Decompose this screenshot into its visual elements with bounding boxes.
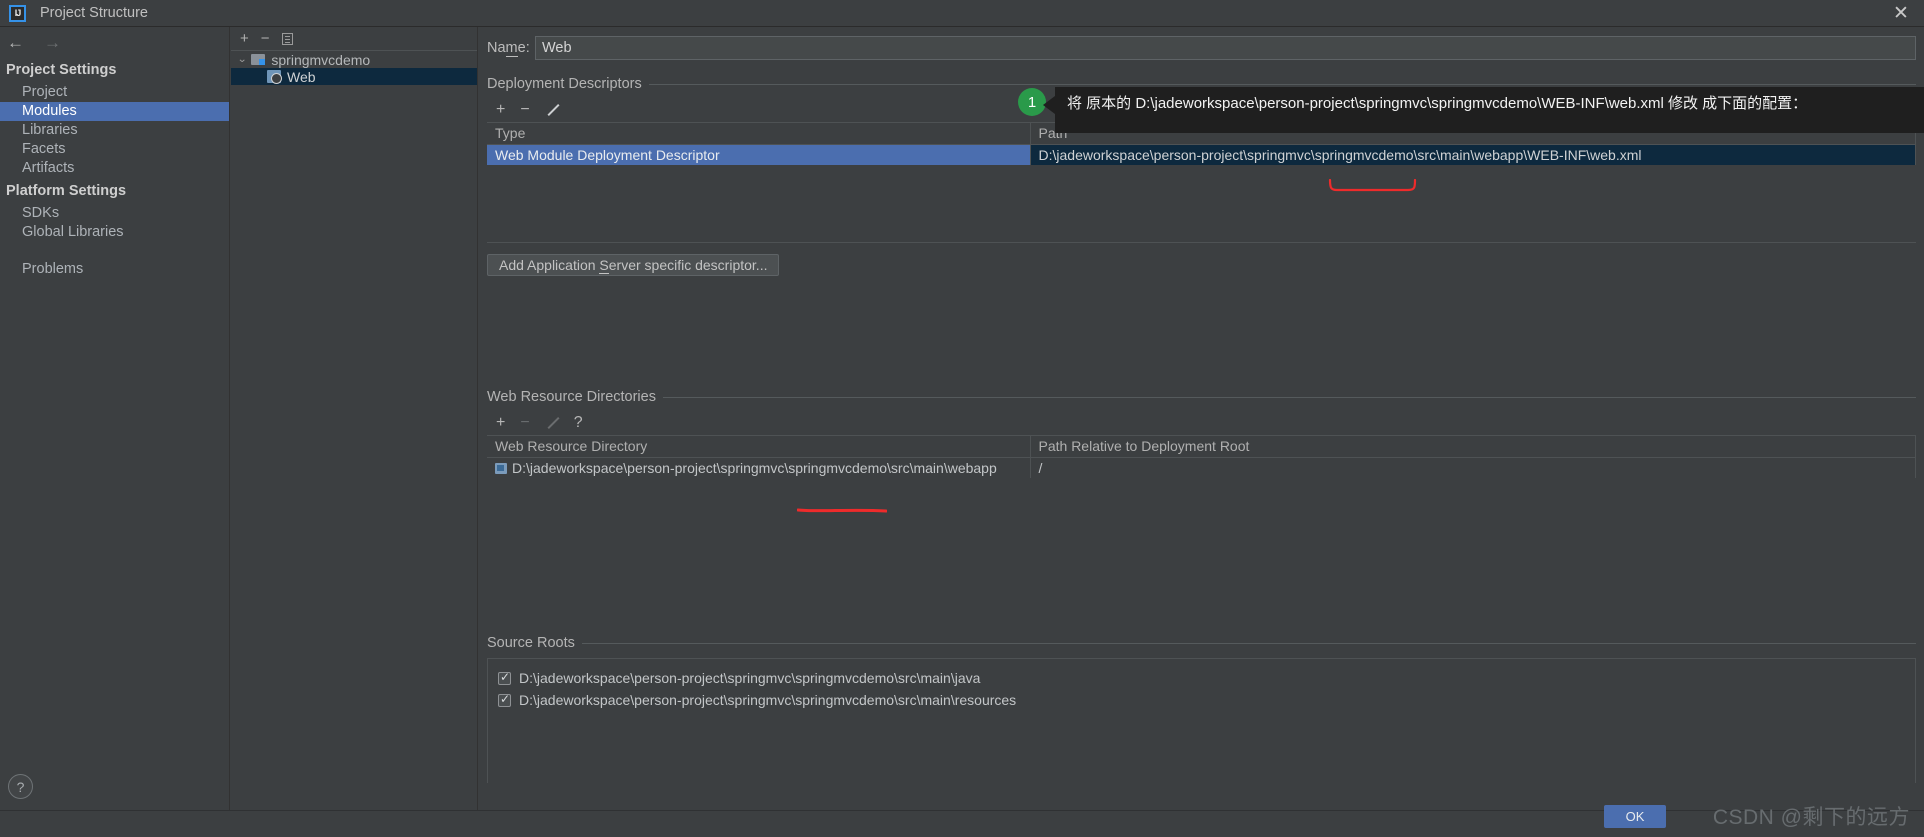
web-facet-icon	[267, 70, 282, 84]
list-item[interactable]: D:\jadeworkspace\person-project\springmv…	[498, 667, 1915, 689]
sidebar-item-modules[interactable]: Modules	[0, 102, 229, 121]
source-root-path: D:\jadeworkspace\person-project\springmv…	[519, 692, 1017, 708]
sidebar-item-sdks[interactable]: SDKs	[0, 204, 229, 223]
edit-descriptor-icon[interactable]	[545, 103, 559, 117]
table-header-row: Web Resource Directory Path Relative to …	[487, 436, 1916, 458]
callout-step-badge: 1	[1018, 88, 1046, 116]
remove-descriptor-icon[interactable]: −	[520, 102, 529, 118]
web-resource-directories-title: Web Resource Directories	[487, 389, 656, 405]
sidebar-item-libraries[interactable]: Libraries	[0, 121, 229, 140]
window-title: Project Structure	[40, 5, 148, 21]
sidebar-item-problems[interactable]: Problems	[0, 260, 229, 279]
column-header-path-relative[interactable]: Path Relative to Deployment Root	[1030, 436, 1916, 458]
callout-tooltip: 将 原本的 D:\jadeworkspace\person-project\sp…	[1055, 87, 1924, 133]
add-descriptor-label-suffix: erver specific descriptor...	[608, 257, 768, 273]
web-resource-directory-text: D:\jadeworkspace\person-project\springmv…	[512, 459, 997, 476]
module-settings-panel: Name: Deployment Descriptors + − Type Pa…	[479, 27, 1924, 810]
remove-module-icon[interactable]: −	[261, 31, 270, 46]
column-header-type[interactable]: Type	[487, 123, 1031, 145]
module-tree-toolbar: + −	[231, 27, 477, 51]
callout-tail-icon	[1043, 96, 1055, 114]
name-row: Name:	[487, 34, 1916, 61]
add-descriptor-label-prefix: Add Application	[499, 257, 600, 273]
tree-node-web[interactable]: Web	[231, 68, 477, 85]
chevron-down-icon[interactable]: ⌄	[237, 54, 247, 65]
module-name-input[interactable]	[535, 35, 1916, 60]
source-roots-title: Source Roots	[487, 635, 575, 651]
relative-path-cell: /	[1030, 457, 1916, 478]
source-roots-section-header: Source Roots	[487, 634, 1916, 652]
module-tree-panel: + − ⌄ springmvcdemo Web	[231, 27, 478, 810]
navigation-arrows: ← →	[0, 27, 229, 57]
add-application-server-descriptor-button[interactable]: Add Application Server specific descript…	[487, 254, 780, 276]
add-web-resource-icon[interactable]: +	[496, 415, 505, 431]
source-root-checkbox[interactable]	[498, 670, 511, 685]
remove-web-resource-icon: −	[520, 414, 530, 431]
column-header-web-resource-directory[interactable]: Web Resource Directory	[487, 436, 1031, 458]
help-icon[interactable]: ?	[8, 774, 33, 799]
directory-icon	[495, 462, 507, 474]
sidebar-item-project[interactable]: Project	[0, 83, 229, 102]
add-module-icon[interactable]: +	[240, 31, 249, 46]
sidebar-item-facets[interactable]: Facets	[0, 140, 229, 159]
back-arrow-icon[interactable]: ←	[4, 34, 27, 51]
intellij-logo-icon: IJ	[9, 4, 26, 22]
source-roots-list: D:\jadeworkspace\person-project\springmv…	[487, 658, 1916, 783]
deployment-descriptors-empty-area	[487, 165, 1916, 243]
web-resource-directories-toolbar: + − ?	[487, 411, 1916, 436]
source-root-path: D:\jadeworkspace\person-project\springmv…	[519, 670, 981, 686]
add-descriptor-label-accelerator: S	[599, 257, 609, 274]
name-label-suffix: e:	[517, 39, 530, 56]
sidebar-item-global-libraries[interactable]: Global Libraries	[0, 223, 229, 242]
web-resource-directories-empty-area	[487, 478, 1916, 620]
descriptor-type-cell: Web Module Deployment Descriptor	[487, 144, 1031, 165]
tree-node-web-label: Web	[287, 68, 316, 85]
web-resource-directories-table: Web Resource Directory Path Relative to …	[487, 436, 1916, 478]
help-web-resource-icon[interactable]: ?	[574, 415, 583, 431]
web-resource-directories-section-header: Web Resource Directories	[487, 388, 1916, 406]
sidebar-item-artifacts[interactable]: Artifacts	[0, 159, 229, 178]
dialog-footer: ? OK CSDN @剩下的远方	[0, 774, 1924, 837]
edit-web-resource-icon	[545, 416, 559, 430]
forward-arrow-icon[interactable]: →	[41, 34, 64, 51]
web-resource-directory-cell: D:\jadeworkspace\person-project\springmv…	[487, 457, 1031, 478]
ok-button[interactable]: OK	[1604, 805, 1666, 828]
section-divider	[581, 642, 1916, 644]
deployment-descriptors-title: Deployment Descriptors	[487, 76, 642, 92]
section-divider	[662, 396, 1916, 398]
section-divider	[648, 83, 1916, 85]
sidebar-group-project-settings: Project Settings	[6, 62, 117, 78]
table-row[interactable]: Web Module Deployment Descriptor D:\jade…	[487, 144, 1916, 165]
name-label-prefix: Na	[487, 39, 506, 56]
close-icon[interactable]: ✕	[1878, 0, 1924, 26]
source-root-checkbox[interactable]	[498, 692, 511, 707]
name-label-accelerator: m	[505, 39, 518, 57]
watermark: CSDN @剩下的远方	[1712, 806, 1910, 829]
table-row[interactable]: D:\jadeworkspace\person-project\springmv…	[487, 457, 1916, 478]
copy-module-icon[interactable]	[281, 32, 293, 45]
descriptor-path-cell: D:\jadeworkspace\person-project\springmv…	[1030, 144, 1916, 165]
settings-sidebar: ← → Project Settings Project Modules Lib…	[0, 27, 230, 810]
tree-node-project-label: springmvcdemo	[271, 51, 371, 68]
sidebar-group-platform-settings: Platform Settings	[6, 183, 127, 199]
module-folder-icon	[251, 54, 266, 65]
window-titlebar: IJ Project Structure ✕	[0, 0, 1924, 27]
add-descriptor-icon[interactable]: +	[496, 102, 505, 118]
name-label: Name:	[487, 39, 535, 57]
list-item[interactable]: D:\jadeworkspace\person-project\springmv…	[498, 689, 1915, 711]
tree-node-project[interactable]: ⌄ springmvcdemo	[231, 51, 477, 68]
